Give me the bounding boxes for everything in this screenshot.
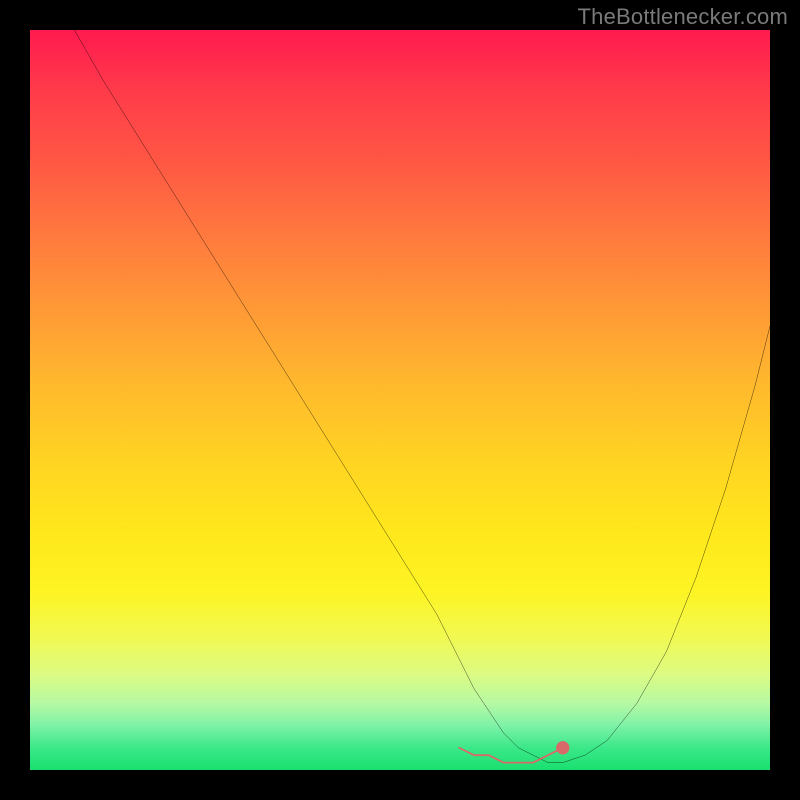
- chart-frame: TheBottleneсker.com: [0, 0, 800, 800]
- optimal-point-marker: [556, 741, 569, 754]
- watermark-text: TheBottleneсker.com: [578, 4, 788, 30]
- bottleneck-curve: [74, 30, 770, 763]
- optimal-range-marker: [459, 748, 563, 763]
- plot-area: [30, 30, 770, 770]
- curve-layer: [30, 30, 770, 770]
